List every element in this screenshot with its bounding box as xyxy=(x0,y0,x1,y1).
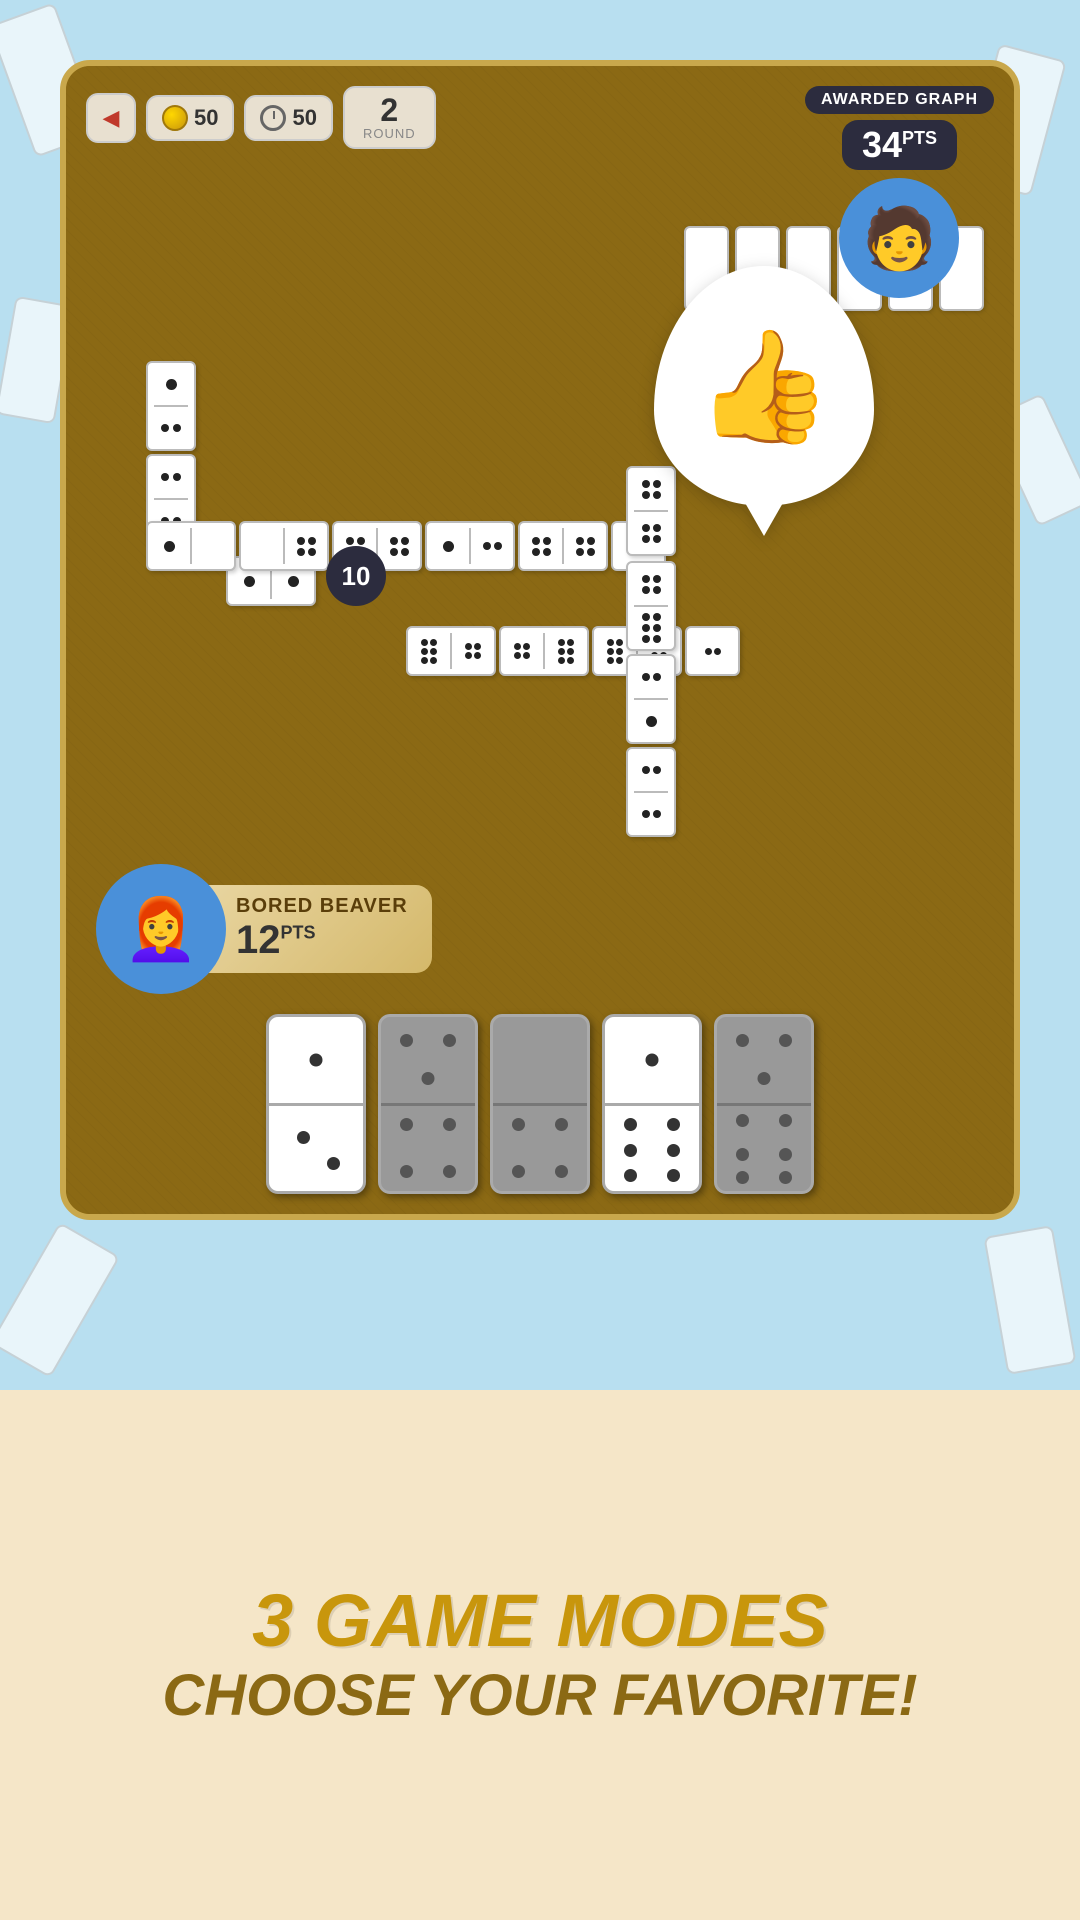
coin-icon xyxy=(162,105,188,131)
hand-piece-5[interactable] xyxy=(714,1014,814,1194)
game-board: 50 50 2 ROUND AWARDED GRAPH 34PTS 🧑 xyxy=(60,60,1020,1220)
board-col-r xyxy=(626,466,676,556)
round-box: 2 ROUND xyxy=(343,86,436,149)
player-score-badge: 👩‍🦰 BORED BEAVER 12PTS xyxy=(96,864,432,994)
hand-piece-3[interactable] xyxy=(490,1014,590,1194)
timer-value: 50 xyxy=(292,105,316,131)
board-row-h xyxy=(146,521,666,571)
board-col-r2 xyxy=(626,561,676,837)
opponent-score: 34PTS xyxy=(842,120,957,170)
opponent-avatar: 🧑 xyxy=(839,178,959,298)
hand-piece-4[interactable] xyxy=(602,1014,702,1194)
coins-value: 50 xyxy=(194,105,218,131)
awarded-badge: AWARDED GRAPH xyxy=(805,86,994,114)
board-row-h2 xyxy=(406,626,740,676)
round-label: ROUND xyxy=(363,126,416,141)
player-score: 12PTS xyxy=(236,918,408,963)
hand-piece-1[interactable] xyxy=(266,1014,366,1194)
back-button[interactable] xyxy=(86,93,136,143)
promo-title: 3 GAME MODES xyxy=(252,1580,828,1661)
player-avatar: 👩‍🦰 xyxy=(96,864,226,994)
player-hand xyxy=(266,1014,814,1194)
round-number: 2 xyxy=(363,94,416,126)
coins-stat: 50 xyxy=(146,95,234,141)
thumbs-emoji: 👍 xyxy=(696,322,833,451)
hand-piece-2[interactable] xyxy=(378,1014,478,1194)
promo-section: 3 GAME MODES CHOOSE YOUR FAVORITE! xyxy=(0,1390,1080,1920)
top-bar: 50 50 2 ROUND xyxy=(86,86,436,149)
player-name: BORED BEAVER xyxy=(236,895,408,918)
promo-subtitle: CHOOSE YOUR FAVORITE! xyxy=(162,1661,917,1731)
opponent-info: AWARDED GRAPH 34PTS 🧑 xyxy=(805,86,994,298)
timer-icon xyxy=(260,105,286,131)
number-badge: 10 xyxy=(326,546,386,606)
player-score-info: BORED BEAVER 12PTS xyxy=(206,885,432,973)
timer-stat: 50 xyxy=(244,95,332,141)
board-piece-v1 xyxy=(146,361,196,451)
